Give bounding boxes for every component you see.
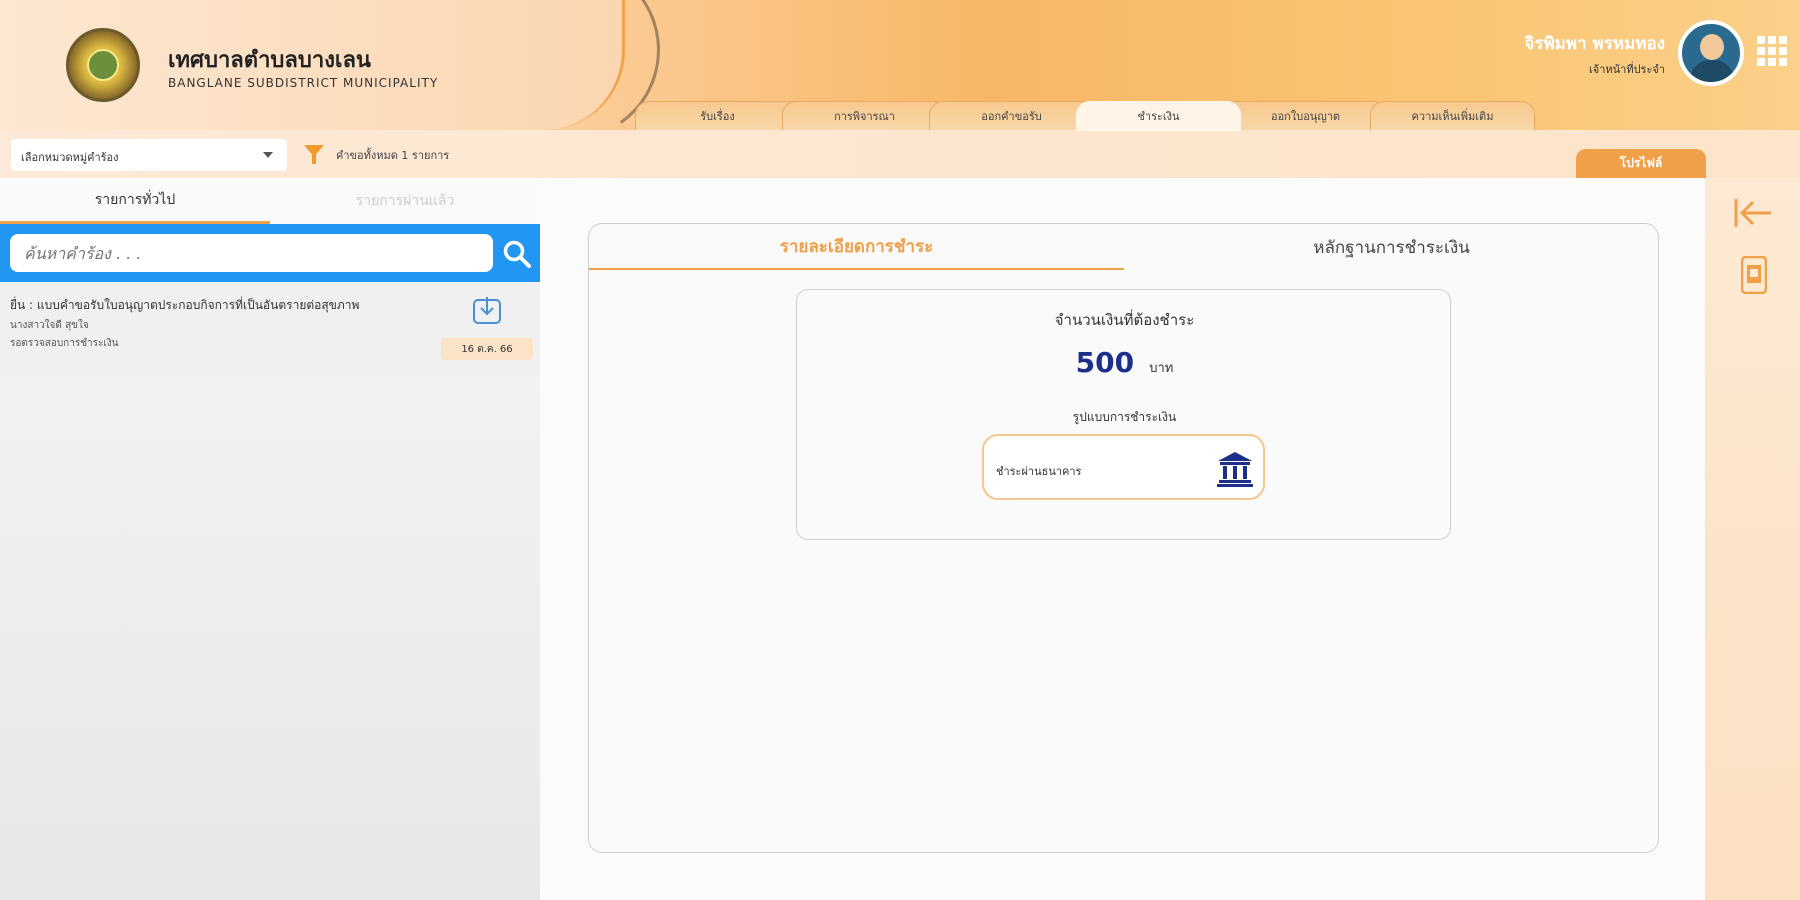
app-header: เทศบาลตำบลบางเลน BANGLANE SUBDISTRICT MU… [0,0,1800,155]
org-name-en: BANGLANE SUBDISTRICT MUNICIPALITY [168,76,439,90]
request-list-panel: รายการทั่วไป รายการผ่านแล้ว ยื่น : แบบคำ… [0,178,540,900]
user-role: เจ้าหน้าที่ประจำ [1588,63,1665,76]
org-name: เทศบาลตำบลบางเลน [168,48,371,73]
document-icon[interactable] [1741,256,1767,294]
list-item-status: รอตรวจสอบการชำระเงิน [10,338,119,349]
tab-comments[interactable]: ความเห็นเพิ่มเติม [1370,101,1535,131]
category-filter-value: เลือกหมวดหมู่คำร้อง [21,151,119,164]
municipality-logo [66,28,140,102]
left-tabs: รายการทั่วไป รายการผ่านแล้ว [0,178,540,224]
date-badge: 16 ต.ค. 66 [441,338,533,360]
logo-emblem-icon [87,49,119,81]
payment-summary-box: จำนวนเงินที่ต้องชำระ 500 บาท รูปแบบการชำ… [796,289,1451,540]
tab-consider[interactable]: การพิจารณา [782,101,947,131]
avatar[interactable] [1678,20,1744,86]
category-filter-select[interactable]: เลือกหมวดหมู่คำร้อง [11,139,287,171]
bank-icon [1217,452,1253,487]
avatar-body [1690,60,1734,82]
tab-payment[interactable]: ชำระเงิน [1076,101,1241,131]
payment-method-text: ชำระผ่านธนาคาร [996,465,1082,478]
amount-unit: บาท [1149,361,1174,376]
tab-general-list[interactable]: รายการทั่วไป [0,178,270,224]
chevron-down-icon [263,152,273,158]
tab-completed-list[interactable]: รายการผ่านแล้ว [270,178,540,224]
avatar-face [1700,34,1724,60]
right-rail [1705,178,1800,900]
filter-count: คำขอทั้งหมด 1 รายการ [336,149,450,162]
search-bar [0,224,540,282]
tab-payment-details[interactable]: รายละเอียดการชำระ [589,224,1124,270]
search-input[interactable] [10,234,493,272]
list-item-applicant: นางสาวใจดี สุขใจ [10,320,89,331]
amount-value: 500 [1075,346,1135,379]
payment-method-label: รูปแบบการชำระเงิน [1072,410,1177,424]
tab-request[interactable]: ออกคำขอรับ [929,101,1094,131]
funnel-icon[interactable] [304,145,324,164]
apps-grid-icon[interactable] [1757,36,1787,66]
search-icon[interactable] [502,239,532,269]
profile-button[interactable]: โปรไฟล์ [1576,149,1706,178]
collapse-left-icon[interactable] [1733,196,1773,230]
tab-receive[interactable]: รับเรื่อง [635,101,800,131]
download-icon[interactable] [471,294,503,326]
payment-method-bank[interactable]: ชำระผ่านธนาคาร [982,434,1265,500]
list-item[interactable]: ยื่น : แบบคำขอรับใบอนุญาตประกอบกิจการที่… [0,284,540,376]
tab-license[interactable]: ออกใบอนุญาต [1223,101,1388,131]
amount-label: จำนวนเงินที่ต้องชำระ [1054,311,1195,329]
process-tabs: รับเรื่อง การพิจารณา ออกคำขอรับ ชำระเงิน… [635,101,1535,131]
amount-row: 500 บาท [797,346,1452,379]
tab-payment-evidence[interactable]: หลักฐานการชำระเงิน [1124,224,1659,270]
list-item-title: ยื่น : แบบคำขอรับใบอนุญาตประกอบกิจการที่… [10,298,360,312]
user-name: จิรพิมพา พรหมทอง [1524,34,1665,54]
toolbar: เลือกหมวดหมู่คำร้อง คำขอทั้งหมด 1 รายการ… [0,130,1800,178]
